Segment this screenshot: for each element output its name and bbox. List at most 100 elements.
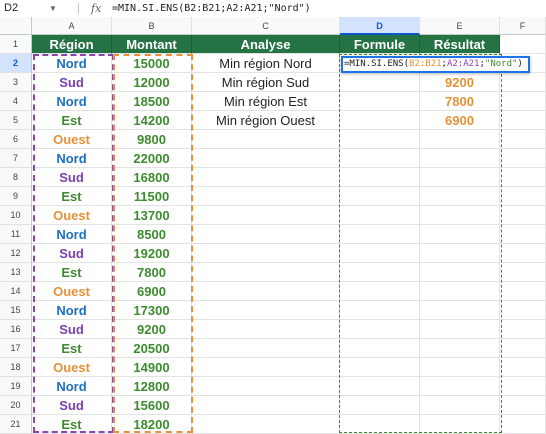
amount-cell[interactable]: 13700 — [112, 206, 192, 225]
empty-cell[interactable] — [420, 244, 500, 263]
region-cell[interactable]: Sud — [32, 168, 112, 187]
row-header-11[interactable]: 11 — [0, 225, 32, 244]
row-header-21[interactable]: 21 — [0, 415, 32, 434]
amount-cell[interactable]: 12800 — [112, 377, 192, 396]
header-cell[interactable]: Analyse — [192, 35, 340, 54]
empty-cell[interactable] — [340, 301, 420, 320]
empty-cell[interactable] — [192, 206, 340, 225]
empty-cell[interactable] — [192, 187, 340, 206]
row-header-1[interactable]: 1 — [0, 35, 32, 54]
formula-cell[interactable] — [340, 92, 420, 111]
row-header-8[interactable]: 8 — [0, 168, 32, 187]
empty-cell[interactable] — [340, 282, 420, 301]
row-header-20[interactable]: 20 — [0, 396, 32, 415]
empty-cell[interactable] — [500, 358, 546, 377]
row-header-15[interactable]: 15 — [0, 301, 32, 320]
amount-cell[interactable]: 14200 — [112, 111, 192, 130]
row-header-5[interactable]: 5 — [0, 111, 32, 130]
empty-cell[interactable] — [420, 225, 500, 244]
region-cell[interactable]: Nord — [32, 149, 112, 168]
empty-cell[interactable] — [192, 168, 340, 187]
row-header-2[interactable]: 2 — [0, 54, 32, 73]
header-cell[interactable]: Montant — [112, 35, 192, 54]
row-header-19[interactable]: 19 — [0, 377, 32, 396]
empty-cell[interactable] — [192, 377, 340, 396]
amount-cell[interactable]: 12000 — [112, 73, 192, 92]
amount-cell[interactable]: 20500 — [112, 339, 192, 358]
empty-cell[interactable] — [500, 206, 546, 225]
empty-cell[interactable] — [192, 244, 340, 263]
column-header-e[interactable]: E — [420, 17, 500, 35]
amount-cell[interactable]: 18500 — [112, 92, 192, 111]
empty-cell[interactable] — [192, 415, 340, 434]
region-cell[interactable]: Ouest — [32, 130, 112, 149]
row-header-16[interactable]: 16 — [0, 320, 32, 339]
empty-cell[interactable] — [340, 263, 420, 282]
region-cell[interactable]: Sud — [32, 396, 112, 415]
row-header-12[interactable]: 12 — [0, 244, 32, 263]
region-cell[interactable]: Nord — [32, 301, 112, 320]
row-header-4[interactable]: 4 — [0, 92, 32, 111]
empty-cell[interactable] — [340, 396, 420, 415]
result-cell[interactable]: 9200 — [420, 73, 500, 92]
region-cell[interactable]: Nord — [32, 92, 112, 111]
amount-cell[interactable]: 11500 — [112, 187, 192, 206]
region-cell[interactable]: Ouest — [32, 206, 112, 225]
amount-cell[interactable]: 9200 — [112, 320, 192, 339]
analysis-label-cell[interactable]: Min région Nord — [192, 54, 340, 73]
amount-cell[interactable]: 17300 — [112, 301, 192, 320]
empty-cell[interactable] — [340, 206, 420, 225]
region-cell[interactable]: Nord — [32, 377, 112, 396]
empty-cell[interactable] — [420, 377, 500, 396]
analysis-label-cell[interactable]: Min région Est — [192, 92, 340, 111]
empty-cell[interactable] — [420, 168, 500, 187]
formula-cell[interactable] — [340, 73, 420, 92]
empty-cell[interactable] — [500, 149, 546, 168]
empty-cell[interactable] — [340, 377, 420, 396]
analysis-label-cell[interactable]: Min région Ouest — [192, 111, 340, 130]
amount-cell[interactable]: 7800 — [112, 263, 192, 282]
empty-cell[interactable] — [500, 301, 546, 320]
empty-cell[interactable] — [192, 149, 340, 168]
result-cell[interactable]: 7800 — [420, 92, 500, 111]
empty-cell[interactable] — [500, 73, 546, 92]
region-cell[interactable]: Nord — [32, 54, 112, 73]
header-cell[interactable]: Région — [32, 35, 112, 54]
select-all-corner[interactable] — [0, 17, 32, 35]
formula-input[interactable]: =MIN.SI.ENS(B2:B21;A2:A21;"Nord") — [112, 0, 311, 17]
region-cell[interactable]: Est — [32, 263, 112, 282]
row-header-6[interactable]: 6 — [0, 130, 32, 149]
empty-cell[interactable] — [420, 130, 500, 149]
empty-cell[interactable] — [500, 396, 546, 415]
amount-cell[interactable]: 9800 — [112, 130, 192, 149]
empty-cell[interactable] — [340, 358, 420, 377]
empty-cell[interactable] — [192, 396, 340, 415]
empty-cell[interactable] — [420, 206, 500, 225]
region-cell[interactable]: Ouest — [32, 282, 112, 301]
empty-cell[interactable] — [192, 130, 340, 149]
empty-cell[interactable] — [192, 282, 340, 301]
amount-cell[interactable]: 18200 — [112, 415, 192, 434]
empty-cell[interactable] — [420, 320, 500, 339]
empty-cell[interactable] — [420, 282, 500, 301]
empty-cell[interactable] — [192, 263, 340, 282]
empty-cell[interactable] — [340, 244, 420, 263]
empty-cell[interactable] — [340, 168, 420, 187]
empty-cell[interactable] — [420, 415, 500, 434]
chevron-down-icon[interactable]: ▼ — [49, 0, 57, 17]
empty-cell[interactable] — [192, 301, 340, 320]
empty-cell[interactable] — [192, 225, 340, 244]
cell-f1[interactable] — [500, 35, 546, 54]
amount-cell[interactable]: 8500 — [112, 225, 192, 244]
region-cell[interactable]: Est — [32, 339, 112, 358]
empty-cell[interactable] — [500, 168, 546, 187]
empty-cell[interactable] — [340, 149, 420, 168]
empty-cell[interactable] — [192, 358, 340, 377]
empty-cell[interactable] — [500, 377, 546, 396]
empty-cell[interactable] — [420, 263, 500, 282]
row-header-13[interactable]: 13 — [0, 263, 32, 282]
row-header-9[interactable]: 9 — [0, 187, 32, 206]
column-header-c[interactable]: C — [192, 17, 340, 35]
region-cell[interactable]: Est — [32, 111, 112, 130]
empty-cell[interactable] — [500, 339, 546, 358]
